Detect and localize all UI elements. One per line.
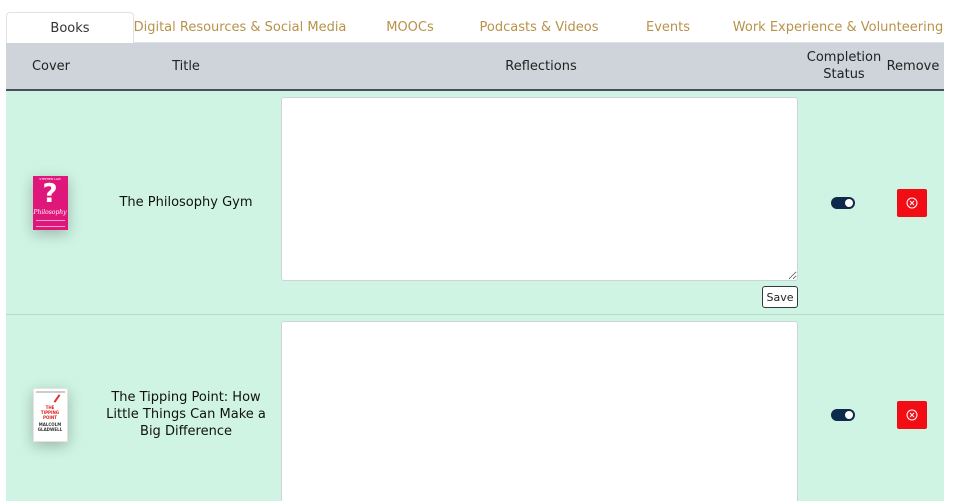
book-cover-image: STEPHEN LAW ? Philosophy	[32, 175, 68, 230]
reflection-textarea[interactable]	[281, 97, 798, 281]
header-remove: Remove	[886, 58, 940, 74]
circle-x-icon	[906, 197, 918, 208]
remove-cell	[882, 91, 944, 314]
book-title: The Tipping Point: How Little Things Can…	[106, 390, 266, 439]
completion-toggle[interactable]	[831, 408, 855, 421]
remove-cell	[882, 315, 944, 501]
reflections-cell	[276, 315, 806, 501]
cover-cell: STEPHEN LAW ? Philosophy	[6, 91, 96, 314]
save-button[interactable]: Save	[762, 286, 798, 308]
circle-x-icon	[906, 409, 918, 420]
table-row: STEPHEN LAW ? Philosophy The Philosophy …	[6, 91, 944, 315]
reflection-textarea[interactable]	[281, 321, 798, 501]
cover-match-graphic	[53, 393, 60, 403]
tab-podcasts-videos[interactable]: Podcasts & Videos	[474, 12, 604, 43]
title-cell: The Philosophy Gym	[96, 91, 276, 314]
book-title: The Philosophy Gym	[119, 195, 253, 210]
table-row: THE TIPPING POINT MALCOLM GLADWELL The T…	[6, 315, 944, 501]
cover-question-mark: ?	[42, 178, 58, 209]
status-cell	[806, 315, 882, 501]
cover-decoration	[35, 390, 65, 393]
tab-events[interactable]: Events	[604, 12, 732, 43]
status-cell	[806, 91, 882, 314]
toggle-knob	[845, 198, 853, 207]
remove-button[interactable]	[897, 188, 927, 217]
completion-toggle[interactable]	[831, 196, 855, 209]
tab-work-experience[interactable]: Work Experience & Volunteering	[732, 12, 944, 43]
remove-button[interactable]	[897, 400, 927, 429]
toggle-knob	[845, 410, 853, 419]
title-cell: The Tipping Point: How Little Things Can…	[96, 315, 276, 501]
tab-moocs[interactable]: MOOCs	[346, 12, 474, 43]
book-cover-image: THE TIPPING POINT MALCOLM GLADWELL	[32, 387, 68, 442]
books-table: Cover Title Reflections Completion Statu…	[6, 43, 944, 501]
header-status-line1: Completion	[806, 50, 882, 65]
header-completion-status: Completion Status	[806, 43, 882, 89]
header-reflections: Reflections	[505, 58, 577, 74]
cover-decoration	[35, 219, 65, 227]
header-title: Title	[172, 58, 200, 74]
table-header: Cover Title Reflections Completion Statu…	[6, 43, 944, 91]
cover-title-line3: POINT	[43, 414, 57, 420]
cover-cell: THE TIPPING POINT MALCOLM GLADWELL	[6, 315, 96, 501]
header-cover: Cover	[31, 58, 71, 74]
header-status-line2: Status	[823, 67, 865, 82]
cover-word: Philosophy	[33, 208, 67, 216]
cover-author-line2: GLADWELL	[37, 426, 63, 432]
resource-tabs: Books Digital Resources & Social Media M…	[6, 12, 944, 44]
book-tracker-page: Books Digital Resources & Social Media M…	[0, 0, 956, 501]
tab-books[interactable]: Books	[6, 12, 134, 44]
tab-digital-resources[interactable]: Digital Resources & Social Media	[134, 12, 347, 43]
reflections-cell: Save	[276, 91, 806, 314]
